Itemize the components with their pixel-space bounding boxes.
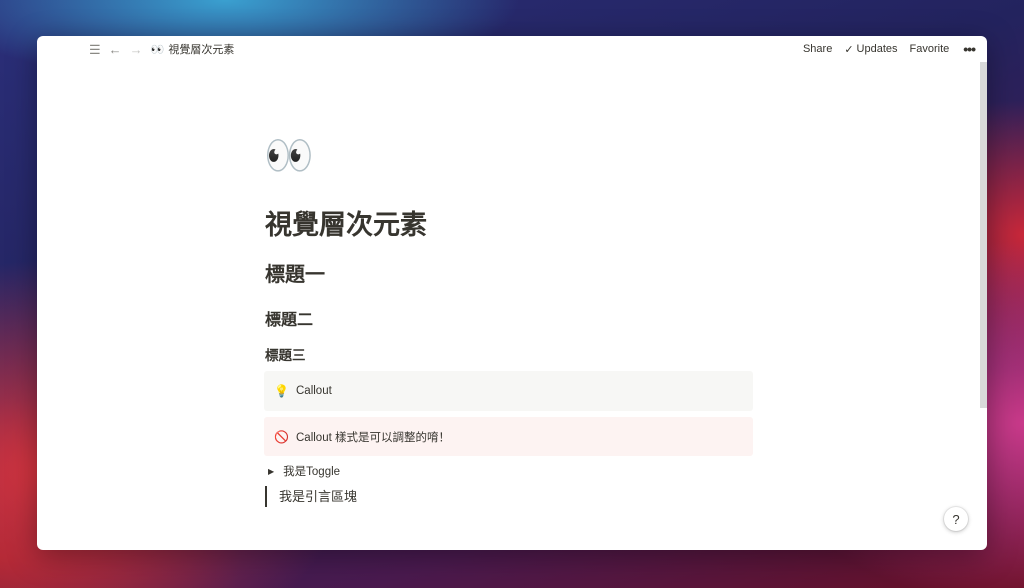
app-window: ☰ ← → 👀 視覺層次元素 Share ✓ Updates Favorite … xyxy=(37,36,987,550)
scrollbar[interactable] xyxy=(980,62,987,408)
callout-text[interactable]: Callout xyxy=(296,385,332,397)
callout-text-red[interactable]: Callout 樣式是可以調整的唷！ xyxy=(296,429,450,445)
arrow-right-icon[interactable]: → xyxy=(130,43,143,56)
toggle-text[interactable]: 我是Toggle xyxy=(283,463,340,479)
callout-block[interactable]: 💡 Callout xyxy=(264,371,753,411)
toggle-block[interactable]: ▶ 我是Toggle xyxy=(266,462,340,480)
topbar: ☰ ← → 👀 視覺層次元素 Share ✓ Updates Favorite … xyxy=(37,36,987,62)
page-title[interactable]: 視覺層次元素 xyxy=(265,208,427,242)
heading-2[interactable]: 標題二 xyxy=(265,310,313,332)
heading-1[interactable]: 標題一 xyxy=(265,261,325,289)
share-button[interactable]: Share xyxy=(803,43,832,55)
prohibited-icon[interactable]: 🚫 xyxy=(274,430,289,444)
help-button[interactable]: ? xyxy=(944,507,968,531)
breadcrumb-emoji[interactable]: 👀 xyxy=(151,43,165,56)
lightbulb-icon[interactable]: 💡 xyxy=(274,384,289,398)
updates-label: Updates xyxy=(856,43,898,55)
more-dots-icon[interactable]: ••• xyxy=(963,41,976,57)
topbar-left: ☰ ← → 👀 視覺層次元素 xyxy=(89,36,234,62)
breadcrumb-title[interactable]: 視覺層次元素 xyxy=(168,41,234,57)
heading-3[interactable]: 標題三 xyxy=(265,346,306,366)
arrow-left-icon[interactable]: ← xyxy=(109,43,122,56)
check-icon: ✓ xyxy=(844,43,854,56)
callout-block-red[interactable]: 🚫 Callout 樣式是可以調整的唷！ xyxy=(264,417,753,456)
topbar-right: Share ✓ Updates Favorite ••• xyxy=(791,36,976,62)
quote-block[interactable]: 我是引言區塊 xyxy=(265,486,357,507)
updates-button[interactable]: ✓ Updates xyxy=(844,43,897,56)
page-icon[interactable]: 👀 xyxy=(264,132,314,180)
hamburger-icon[interactable]: ☰ xyxy=(89,43,101,56)
triangle-right-icon[interactable]: ▶ xyxy=(268,467,274,476)
favorite-button[interactable]: Favorite xyxy=(910,43,950,55)
